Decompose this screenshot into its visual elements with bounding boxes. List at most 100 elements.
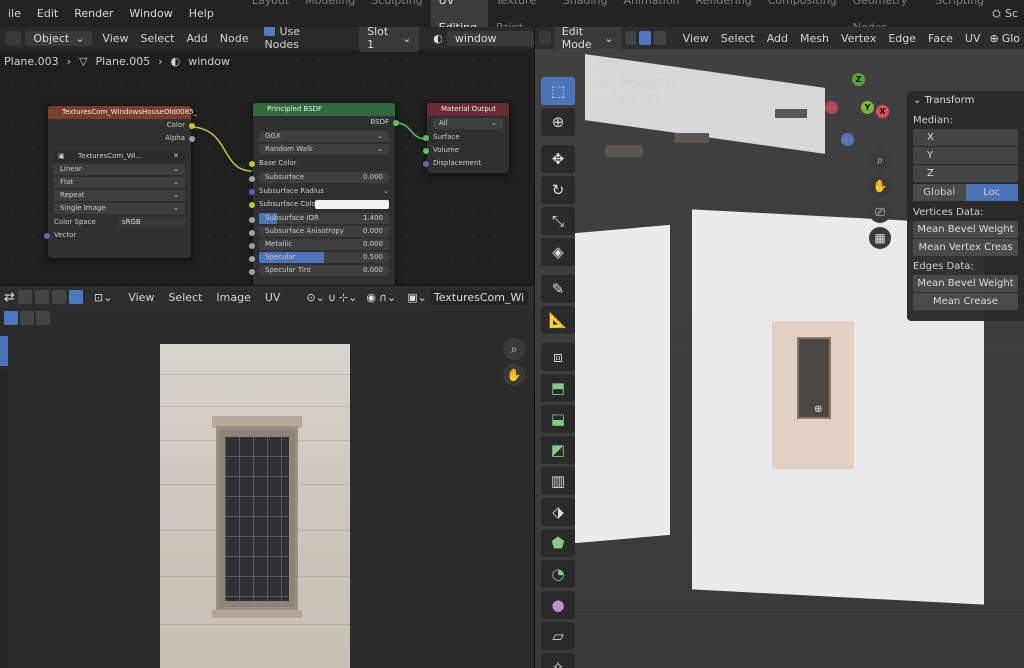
menu-select[interactable]: Select (715, 32, 761, 45)
edge-select-icon[interactable] (34, 290, 49, 304)
select-subtract-icon[interactable] (36, 311, 50, 325)
socket-icon[interactable] (249, 217, 255, 223)
cursor-tool-icon[interactable]: ⊕ (541, 108, 575, 136)
scene-icon[interactable]: ⛭ (992, 7, 1001, 21)
socket-icon[interactable] (249, 202, 255, 208)
menu-vertex[interactable]: Vertex (835, 32, 882, 45)
select-extend-icon[interactable] (20, 311, 34, 325)
proportional-icon[interactable]: ◉ (366, 291, 376, 304)
pan-hand-icon[interactable]: ✋ (503, 364, 525, 386)
menu-add[interactable]: Add (761, 32, 794, 45)
bsdf-field[interactable]: Subsurface Colo (249, 198, 395, 211)
rotate-tool-icon[interactable]: ↻ (541, 176, 575, 204)
editor-type-icon[interactable] (539, 31, 551, 45)
extension-dropdown[interactable]: Repeat ⌄ (54, 190, 185, 201)
poly-build-tool-icon[interactable]: ⬟ (541, 529, 575, 557)
zoom-icon[interactable]: ⌕ (503, 338, 525, 360)
median-x-field[interactable]: X (913, 129, 1018, 146)
inset-tool-icon[interactable]: ⬓ (541, 405, 575, 433)
gizmo-x-axis[interactable]: X (876, 105, 889, 118)
target-dropdown[interactable]: All ⌄ (433, 118, 503, 129)
median-y-field[interactable]: Y (913, 147, 1018, 164)
select-box-icon[interactable] (4, 311, 18, 325)
menu-uv[interactable]: UV (258, 291, 288, 304)
menu-edit[interactable]: Edit (29, 0, 66, 27)
menu-uv[interactable]: UV (959, 32, 987, 45)
menu-ile[interactable]: ile (0, 0, 29, 27)
close-icon[interactable]: ✕ (173, 151, 179, 162)
menu-edge[interactable]: Edge (882, 32, 922, 45)
menu-face[interactable]: Face (922, 32, 959, 45)
smooth-tool-icon[interactable]: ● (541, 591, 575, 619)
left-wall-mesh[interactable] (575, 224, 670, 544)
gizmo-x-neg[interactable] (825, 101, 838, 114)
3d-viewport[interactable]: Edit Mode ⌄ View Select Add Mesh Vertex Edge Fa… (535, 27, 1024, 668)
viewport-scene[interactable]: ⊕ User Perspective (1) Plane.003 Z Y X ⌕… (535, 49, 1024, 668)
bevel-tool-icon[interactable]: ◩ (541, 436, 575, 464)
uv-sync-icon[interactable]: ⇄ (4, 290, 15, 305)
texture-image[interactable] (160, 344, 350, 668)
local-button[interactable]: Loc (965, 184, 1018, 201)
add-cube-tool-icon[interactable]: ⧈ (541, 343, 575, 371)
menu-mesh[interactable]: Mesh (794, 32, 835, 45)
menu-window[interactable]: Window (121, 0, 180, 27)
color-space-dropdown[interactable]: sRGB (118, 217, 186, 228)
vertex-select-icon[interactable] (17, 290, 32, 304)
select-box-tool-icon[interactable]: ⬚ (541, 77, 575, 105)
bsdf-field[interactable]: Specular Tint 0.000 (249, 265, 389, 276)
vertex-mode-icon[interactable] (624, 31, 637, 45)
sticky-select-icon[interactable]: ⊡⌄ (94, 291, 112, 304)
menu-view[interactable]: View (121, 291, 161, 304)
interpolation-dropdown[interactable]: Linear ⌄ (54, 164, 185, 175)
socket-icon[interactable] (189, 136, 195, 142)
transform-orientation-icon[interactable]: ⊕ (989, 32, 998, 45)
socket-icon[interactable] (249, 176, 255, 182)
rip-tool-icon[interactable]: ✧ (541, 653, 575, 668)
falloff-icon[interactable]: ∩⌄ (379, 291, 396, 304)
menu-select[interactable]: Select (161, 291, 209, 304)
uv-toolbar-tab[interactable] (0, 336, 8, 366)
sidebar-n-panel[interactable]: ⌄ Transform Median: X Y Z Global Loc Ver… (907, 91, 1024, 321)
socket-icon[interactable] (249, 161, 255, 167)
bsdf-field[interactable]: Subsurface IOR 1.400 (249, 213, 389, 224)
edge-crease-field[interactable]: Mean Crease (913, 293, 1018, 310)
socket-icon[interactable] (249, 230, 255, 236)
principled-bsdf-node[interactable]: Principled BSDF BSDF GGX ⌄ Random Walk ⌄ B… (249, 102, 399, 285)
bsdf-field[interactable]: Subsurface Anisotropy 0.000 (249, 226, 389, 237)
face-mode-icon[interactable] (653, 31, 666, 45)
gizmo-z-axis[interactable]: Z (852, 73, 865, 86)
face-select-icon[interactable] (51, 290, 66, 304)
snap-icon[interactable]: ∪ (328, 291, 336, 304)
image-name-field[interactable]: TexturesCom_Wi (429, 289, 529, 305)
socket-icon[interactable] (249, 243, 255, 249)
annotate-tool-icon[interactable]: ✎ (541, 275, 575, 303)
shear-tool-icon[interactable]: ▱ (541, 622, 575, 650)
color-swatch[interactable] (315, 200, 389, 209)
snap-target-icon[interactable]: ⊹⌄ (339, 291, 357, 304)
bsdf-field[interactable]: Metallic 0.000 (249, 239, 389, 250)
move-tool-icon[interactable]: ✥ (541, 145, 575, 173)
perspective-grid-icon[interactable]: ▦ (869, 227, 891, 249)
socket-icon[interactable] (423, 161, 429, 167)
vertex-bevel-weight-field[interactable]: Mean Bevel Weight (913, 221, 1018, 238)
knife-tool-icon[interactable]: ⬗ (541, 498, 575, 526)
subsurface-method-dropdown[interactable]: Random Walk ⌄ (259, 144, 389, 155)
scene-label[interactable]: Sc (1005, 7, 1018, 20)
image-selector[interactable]: ▣ TexturesCom_Wi... ✕ (54, 151, 185, 162)
socket-icon[interactable] (189, 123, 195, 129)
menu-image[interactable]: Image (209, 291, 257, 304)
projection-dropdown[interactable]: Flat ⌄ (54, 177, 185, 188)
spin-tool-icon[interactable]: ◔ (541, 560, 575, 588)
camera-icon[interactable]: ⎚ (869, 201, 891, 223)
scale-tool-icon[interactable]: ⤡ (541, 207, 575, 235)
uv-toolbar[interactable] (0, 370, 8, 668)
bsdf-field[interactable]: Subsurface 0.000 (249, 172, 389, 183)
socket-icon[interactable] (249, 189, 255, 195)
gizmo-y-axis[interactable]: Y (861, 101, 874, 114)
pan-hand-icon[interactable]: ✋ (869, 175, 891, 197)
socket-icon[interactable] (249, 269, 255, 275)
median-z-field[interactable]: Z (913, 165, 1018, 182)
menu-view[interactable]: View (677, 32, 715, 45)
source-dropdown[interactable]: Single Image ⌄ (54, 203, 185, 214)
socket-icon[interactable] (423, 148, 429, 154)
